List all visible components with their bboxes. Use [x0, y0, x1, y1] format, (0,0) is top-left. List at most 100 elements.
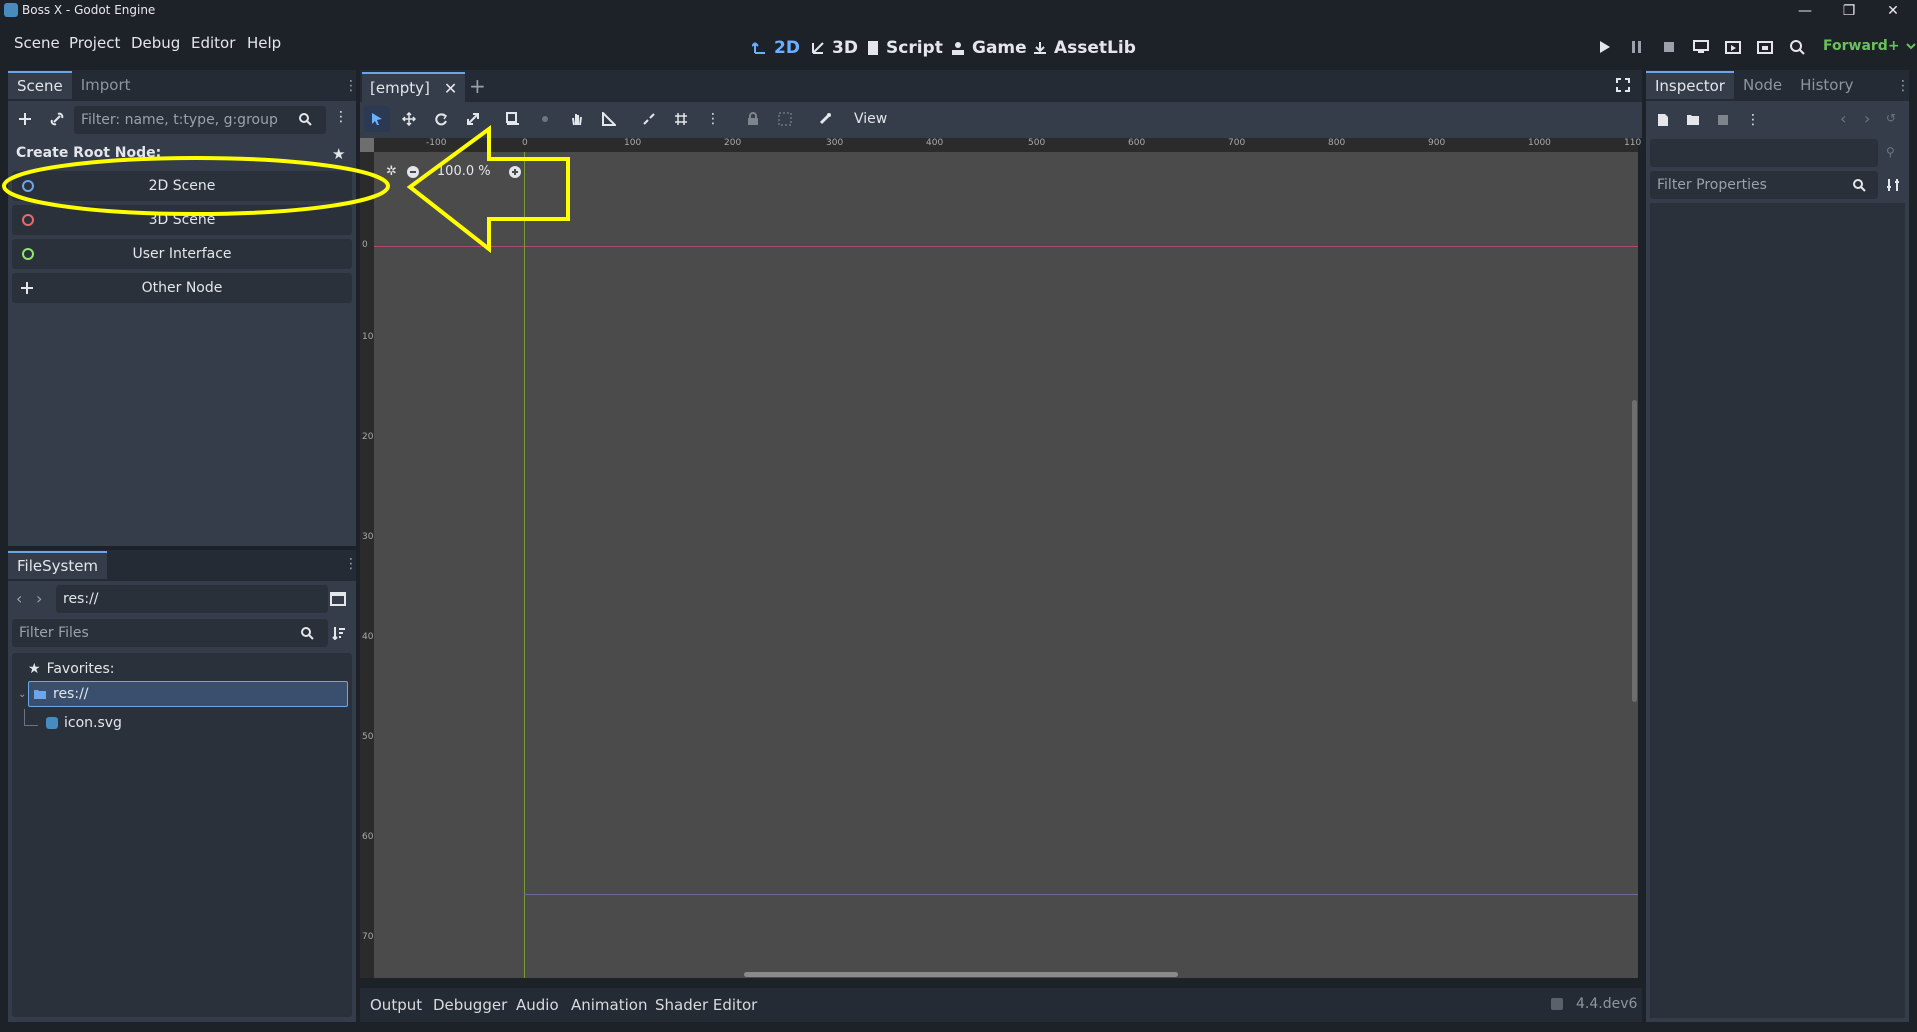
tab-import[interactable]: Import	[72, 71, 140, 99]
close-tab-icon[interactable]: ✕	[444, 79, 457, 98]
close-window-button[interactable]: ✕	[1870, 0, 1916, 22]
favorites-star-icon[interactable]: ★	[332, 145, 345, 163]
property-tools-icon[interactable]	[1886, 178, 1900, 196]
pause-icon[interactable]	[1624, 34, 1650, 60]
object-path-field	[1650, 139, 1878, 167]
menu-scene[interactable]: Scene	[14, 34, 60, 52]
grid-snap-icon[interactable]	[668, 106, 694, 132]
bone-icon[interactable]	[812, 106, 838, 132]
sort-icon[interactable]	[332, 626, 346, 644]
play-icon[interactable]	[1592, 34, 1618, 60]
ruler-mode-icon[interactable]	[596, 106, 622, 132]
maximize-button[interactable]: ❐	[1826, 0, 1872, 22]
tab-history[interactable]: History	[1791, 71, 1862, 99]
object-menu-icon[interactable]: ⚲	[1886, 145, 1895, 159]
history-forward-icon[interactable]: ›	[1864, 109, 1870, 128]
move-mode-icon[interactable]	[396, 106, 422, 132]
resource-options-icon[interactable]: ⋮	[1740, 107, 1766, 133]
rotate-mode-icon[interactable]	[428, 106, 454, 132]
back-icon[interactable]: ‹	[16, 589, 22, 608]
lock-icon[interactable]	[740, 106, 766, 132]
scale-mode-icon[interactable]	[460, 106, 486, 132]
inspector-menu-icon[interactable]: ⋮	[1896, 78, 1910, 94]
workspace-script-button[interactable]: Script	[866, 36, 943, 60]
path-field[interactable]: res://	[56, 585, 328, 613]
create-2d-scene-button[interactable]: 2D Scene	[12, 171, 352, 201]
tab-shader-editor[interactable]: Shader Editor	[655, 996, 757, 1014]
snap-options-icon[interactable]: ⋮	[700, 106, 726, 132]
create-user-interface-button[interactable]: User Interface	[12, 239, 352, 269]
canvas-viewport[interactable]	[374, 152, 1638, 978]
scene-filter-input[interactable]: Filter: name, t:type, g:group	[74, 106, 326, 134]
menu-editor[interactable]: Editor	[191, 34, 235, 52]
distraction-free-icon[interactable]	[1616, 78, 1630, 96]
zoom-out-icon[interactable]	[406, 165, 419, 178]
stop-icon[interactable]	[1656, 34, 1682, 60]
remote-debug-icon[interactable]	[1688, 34, 1714, 60]
create-other-node-button[interactable]: Other Node	[12, 273, 352, 303]
res-folder-row[interactable]: res://	[28, 681, 348, 707]
scene-filter-placeholder: Filter: name, t:type, g:group	[81, 112, 278, 128]
select-mode-icon[interactable]	[364, 106, 390, 132]
scene-tab[interactable]: [empty] ✕	[362, 72, 466, 102]
zoom-in-icon[interactable]	[508, 165, 521, 178]
run-controls	[1592, 34, 1810, 60]
pivot-mode-icon[interactable]	[532, 106, 558, 132]
play-custom-scene-icon[interactable]	[1752, 34, 1778, 60]
ruler-tick: -100	[426, 138, 447, 148]
menu-project[interactable]: Project	[69, 34, 120, 52]
split-view-icon[interactable]	[330, 591, 346, 611]
view-menu-button[interactable]: View	[854, 111, 887, 127]
instantiate-scene-icon[interactable]	[44, 106, 70, 132]
tab-scene[interactable]: Scene	[8, 71, 72, 99]
menu-help[interactable]: Help	[247, 34, 281, 52]
tab-filesystem[interactable]: FileSystem	[8, 551, 108, 579]
play-scene-icon[interactable]	[1720, 34, 1746, 60]
tab-output[interactable]: Output	[370, 996, 422, 1014]
favorites-row[interactable]: ★ Favorites:	[28, 661, 115, 677]
movie-maker-icon[interactable]	[1784, 34, 1810, 60]
expand-arrow-icon[interactable]: ⌄	[18, 689, 26, 700]
favorites-label: Favorites:	[46, 661, 115, 677]
node-ui-label: User Interface	[132, 246, 232, 262]
file-filter-input[interactable]: Filter Files	[12, 619, 328, 647]
history-back-icon[interactable]: ‹	[1840, 109, 1846, 128]
horizontal-scrollbar[interactable]	[744, 972, 1178, 977]
tab-inspector[interactable]: Inspector	[1646, 71, 1734, 99]
list-select-icon[interactable]	[500, 106, 526, 132]
filesystem-menu-icon[interactable]: ⋮	[344, 556, 358, 572]
ruler-tick: 300	[826, 138, 844, 148]
workspace-assetlib-button[interactable]: AssetLib	[1032, 36, 1136, 60]
tab-animation[interactable]: Animation	[571, 996, 647, 1014]
tab-node[interactable]: Node	[1734, 71, 1791, 99]
workspace-game-button[interactable]: Game	[950, 36, 1027, 60]
tree-guide	[24, 709, 25, 725]
object-history-icon[interactable]: ↺	[1886, 111, 1896, 125]
center-view-icon[interactable]: ✲	[386, 164, 397, 179]
pan-mode-icon[interactable]	[564, 106, 590, 132]
save-resource-icon[interactable]	[1710, 107, 1736, 133]
add-node-icon[interactable]	[12, 106, 38, 132]
scene-options-icon[interactable]: ⋮	[334, 109, 348, 125]
renderer-selector[interactable]: Forward+	[1823, 38, 1916, 54]
create-3d-scene-button[interactable]: 3D Scene	[12, 205, 352, 235]
new-scene-tab-icon[interactable]: +	[469, 74, 486, 98]
workspace-3d-button[interactable]: 3D	[810, 36, 858, 60]
file-row[interactable]: icon.svg	[46, 715, 122, 731]
minimize-button[interactable]: —	[1782, 0, 1828, 22]
vertical-scrollbar[interactable]	[1632, 400, 1637, 702]
node-other-label: Other Node	[141, 280, 223, 296]
tab-debugger[interactable]: Debugger	[433, 996, 507, 1014]
scene-dock-menu-icon[interactable]: ⋮	[344, 78, 358, 94]
property-filter-input[interactable]: Filter Properties	[1650, 171, 1878, 199]
menu-debug[interactable]: Debug	[131, 34, 180, 52]
tab-audio[interactable]: Audio	[516, 996, 559, 1014]
open-resource-icon[interactable]	[1680, 107, 1706, 133]
workspace-2d-button[interactable]: 2D	[752, 36, 800, 60]
new-resource-icon[interactable]	[1650, 107, 1676, 133]
smart-snap-icon[interactable]	[636, 106, 662, 132]
forward-icon[interactable]: ›	[36, 589, 42, 608]
zoom-level[interactable]: 100.0 %	[437, 164, 491, 179]
group-icon[interactable]	[772, 106, 798, 132]
workspace-assetlib-label: AssetLib	[1054, 38, 1136, 58]
